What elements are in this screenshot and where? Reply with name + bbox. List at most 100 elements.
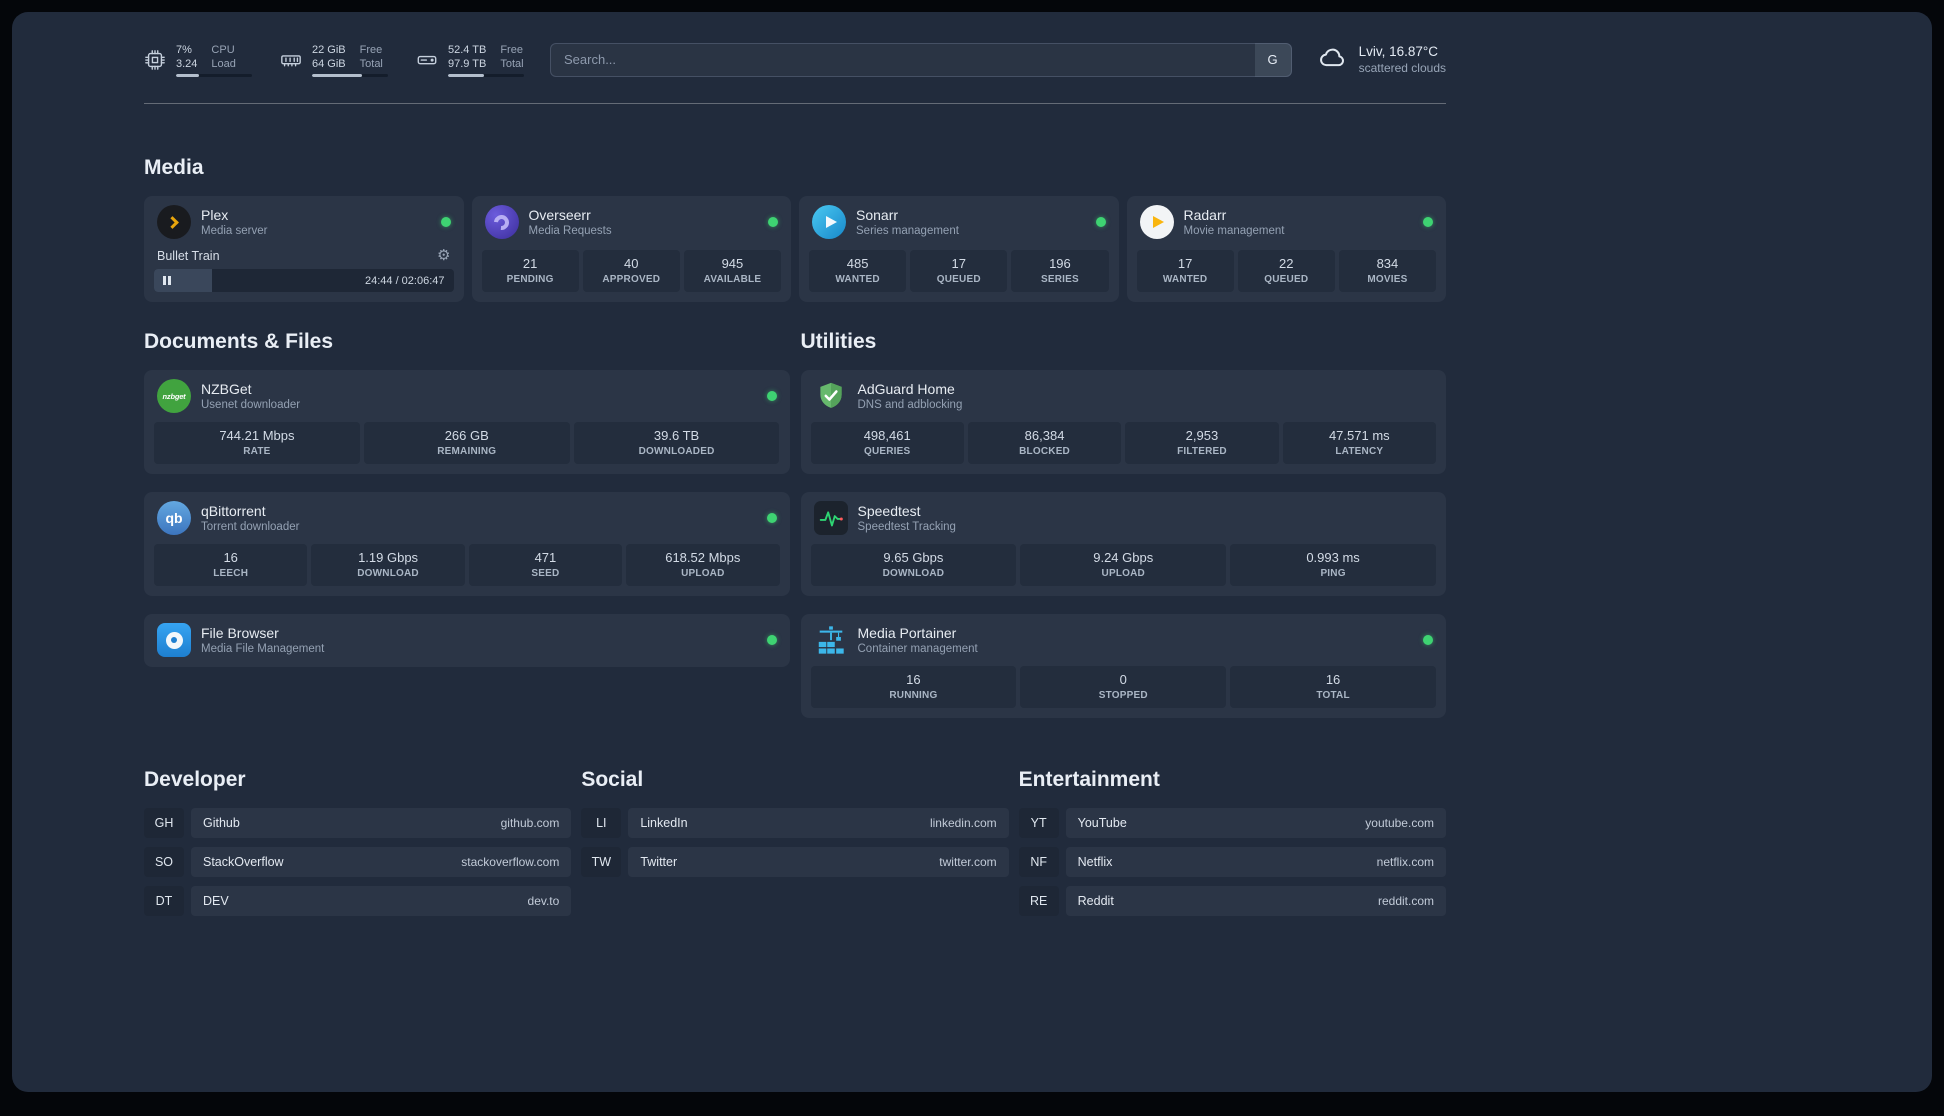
disk-progress-bar [448,73,524,77]
section-title-media: Media [144,156,204,179]
memory-total-label: Total [359,57,383,70]
status-dot [766,635,777,645]
cpu-widget: 7% 3.24 CPU Load [144,43,252,77]
playback-progress-bar[interactable]: 24:44 / 02:06:47 [154,269,454,292]
service-card-speedtest[interactable]: Speedtest Speedtest Tracking 9.65 Gbps D… [800,492,1446,596]
cloud-icon [1318,42,1348,77]
weather-widget[interactable]: Lviv, 16.87°C scattered clouds [1318,42,1446,77]
service-description: Usenet downloader [201,399,301,411]
search-provider-button[interactable]: G [1254,42,1292,77]
service-name: Speedtest [857,503,921,519]
search-input[interactable] [550,42,1255,77]
stat-tile: 834 MOVIES [1338,250,1437,292]
stat-tile: 21 PENDING [481,250,579,292]
cpu-icon [144,49,166,71]
search-bar: G [550,42,1292,77]
stat-tile: 498,461 QUERIES [810,422,964,464]
cpu-progress-bar [176,73,252,77]
overseerr-icon [484,205,519,239]
service-name: AdGuard Home [857,381,955,397]
stat-tile: 17 WANTED [1136,250,1234,292]
service-description: Media File Management [201,643,325,655]
plex-now-playing: Bullet Train ⚙ 24:44 / 02:06:47 [154,248,454,292]
stat-tile: 16 RUNNING [810,666,1017,708]
section-title-developer: Developer [144,768,246,791]
bookmark-youtube[interactable]: YT YouTube youtube.com [1018,808,1446,838]
section-title-social: Social [581,768,644,791]
service-description: Torrent downloader [201,521,300,533]
weather-location: Lviv, 16.87°C [1358,44,1439,59]
cpu-load-value: 3.24 [176,57,198,70]
bookmark-dev[interactable]: DT DEV dev.to [144,886,572,916]
service-description: Media Requests [528,225,612,237]
bookmark-twitter[interactable]: TW Twitter twitter.com [581,847,1009,877]
stat-tile: 9.24 Gbps UPLOAD [1020,544,1227,586]
memory-progress-bar [312,73,388,77]
status-dot [440,217,451,227]
service-card-plex[interactable]: Plex Media server Bullet Train ⚙ 24:44 /… [144,196,464,302]
bookmark-abbr: LI [581,808,622,838]
stat-tile: 39.6 TB DOWNLOADED [573,422,780,464]
memory-progress-fill [312,73,363,77]
gear-icon[interactable]: ⚙ [437,248,450,263]
section-title-entertainment: Entertainment [1018,768,1160,791]
disk-widget: 52.4 TB 97.9 TB Free Total [416,43,524,77]
bookmark-abbr: YT [1018,808,1059,838]
service-card-qbittorrent[interactable]: qb qBittorrent Torrent downloader 16 LEE… [144,492,790,596]
playback-time: 24:44 / 02:06:47 [364,274,445,287]
qbittorrent-icon: qb [157,501,191,535]
cpu-load-label: Load [211,57,236,70]
service-name: Overseerr [528,207,591,223]
service-card-portainer[interactable]: Media Portainer Container management 16 … [800,614,1446,718]
service-card-nzbget[interactable]: nzbget NZBGet Usenet downloader 744.21 M… [144,370,790,474]
service-card-filebrowser[interactable]: File Browser Media File Management [144,614,790,667]
service-card-adguard[interactable]: AdGuard Home DNS and adblocking 498,461 … [800,370,1446,474]
section-title-documents: Documents & Files [144,330,334,353]
stat-tile: 2,953 FILTERED [1125,422,1279,464]
memory-free: 22 GiB [312,43,346,56]
bookmark-github[interactable]: GH Github github.com [144,808,572,838]
utilities-column: Utilities AdGuard Home DNS and adblockin… [800,330,1446,718]
section-title-utilities: Utilities [800,330,877,353]
service-description: Speedtest Tracking [857,521,956,533]
bookmark-abbr: TW [581,847,622,877]
bookmark-stackoverflow[interactable]: SO StackOverflow stackoverflow.com [144,847,572,877]
stat-tile: 47.571 ms LATENCY [1282,422,1436,464]
status-dot [1095,217,1106,227]
stat-tile: 618.52 Mbps UPLOAD [626,544,780,586]
sonarr-icon [812,205,846,239]
bookmark-reddit[interactable]: RE Reddit reddit.com [1018,886,1446,916]
service-name: Radarr [1183,207,1227,223]
pause-icon[interactable] [163,276,171,285]
cpu-label: CPU [211,43,235,56]
bookmark-linkedin[interactable]: LI LinkedIn linkedin.com [581,808,1009,838]
service-description: Series management [856,225,959,237]
portainer-icon [814,623,848,657]
stat-tile: 9.65 Gbps DOWNLOAD [810,544,1017,586]
service-card-overseerr[interactable]: Overseerr Media Requests 21 PENDING 40 A… [471,196,791,302]
disk-icon [416,49,438,71]
stat-tile: 196 SERIES [1011,250,1109,292]
bookmark-netflix[interactable]: NF Netflix netflix.com [1018,847,1446,877]
stat-tile: 86,384 BLOCKED [967,422,1122,464]
bookmark-abbr: RE [1018,886,1059,916]
service-name: Sonarr [856,207,899,223]
now-playing-title: Bullet Train [157,248,220,263]
service-name: NZBGet [201,381,252,397]
service-description: Movie management [1183,225,1285,237]
plex-icon [157,205,191,239]
status-dot [1423,635,1433,645]
service-name: Plex [201,207,229,223]
stat-tile: 40 APPROVED [582,250,680,292]
disk-total-label: Total [500,57,524,70]
service-card-sonarr[interactable]: Sonarr Series management 485 WANTED 17 Q… [799,196,1119,302]
bookmarks-developer: Developer GH Github github.com SO StackO… [144,768,572,916]
stat-tile: 17 QUEUED [910,250,1008,292]
service-card-radarr[interactable]: Radarr Movie management 17 WANTED 22 QUE… [1126,196,1446,302]
stat-tile: 266 GB REMAINING [363,422,570,464]
speedtest-icon [813,501,848,535]
stat-tile: 22 QUEUED [1237,250,1335,292]
bookmark-abbr: DT [144,886,184,916]
stat-tile: 0.993 ms PING [1230,544,1436,586]
filebrowser-icon [157,623,191,657]
